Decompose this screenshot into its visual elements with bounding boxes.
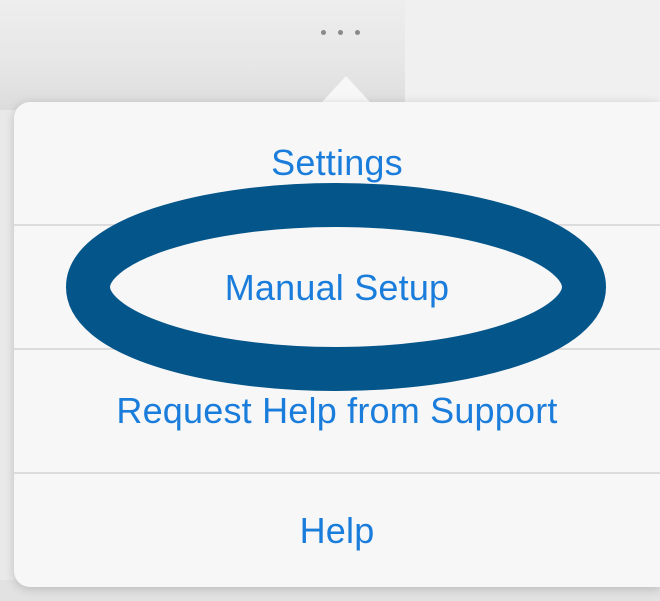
menu-item-label: Help [299, 509, 375, 551]
more-options-button[interactable] [300, 14, 380, 50]
background-top-right-panel [405, 0, 660, 110]
ellipsis-icon [337, 29, 343, 35]
options-popover-menu: Settings Manual Setup Request Help from … [14, 102, 660, 587]
ellipsis-icon [320, 29, 326, 35]
menu-item-request-help-from-support[interactable]: Request Help from Support [14, 350, 660, 472]
menu-item-settings[interactable]: Settings [14, 102, 660, 222]
menu-item-label: Request Help from Support [116, 390, 558, 431]
menu-item-label: Settings [271, 142, 403, 183]
ellipsis-icon [354, 29, 360, 35]
menu-item-manual-setup[interactable]: Manual Setup [14, 226, 660, 350]
menu-item-help[interactable]: Help [14, 474, 660, 587]
menu-item-label: Manual Setup [224, 267, 450, 308]
popover-arrow [322, 76, 370, 102]
